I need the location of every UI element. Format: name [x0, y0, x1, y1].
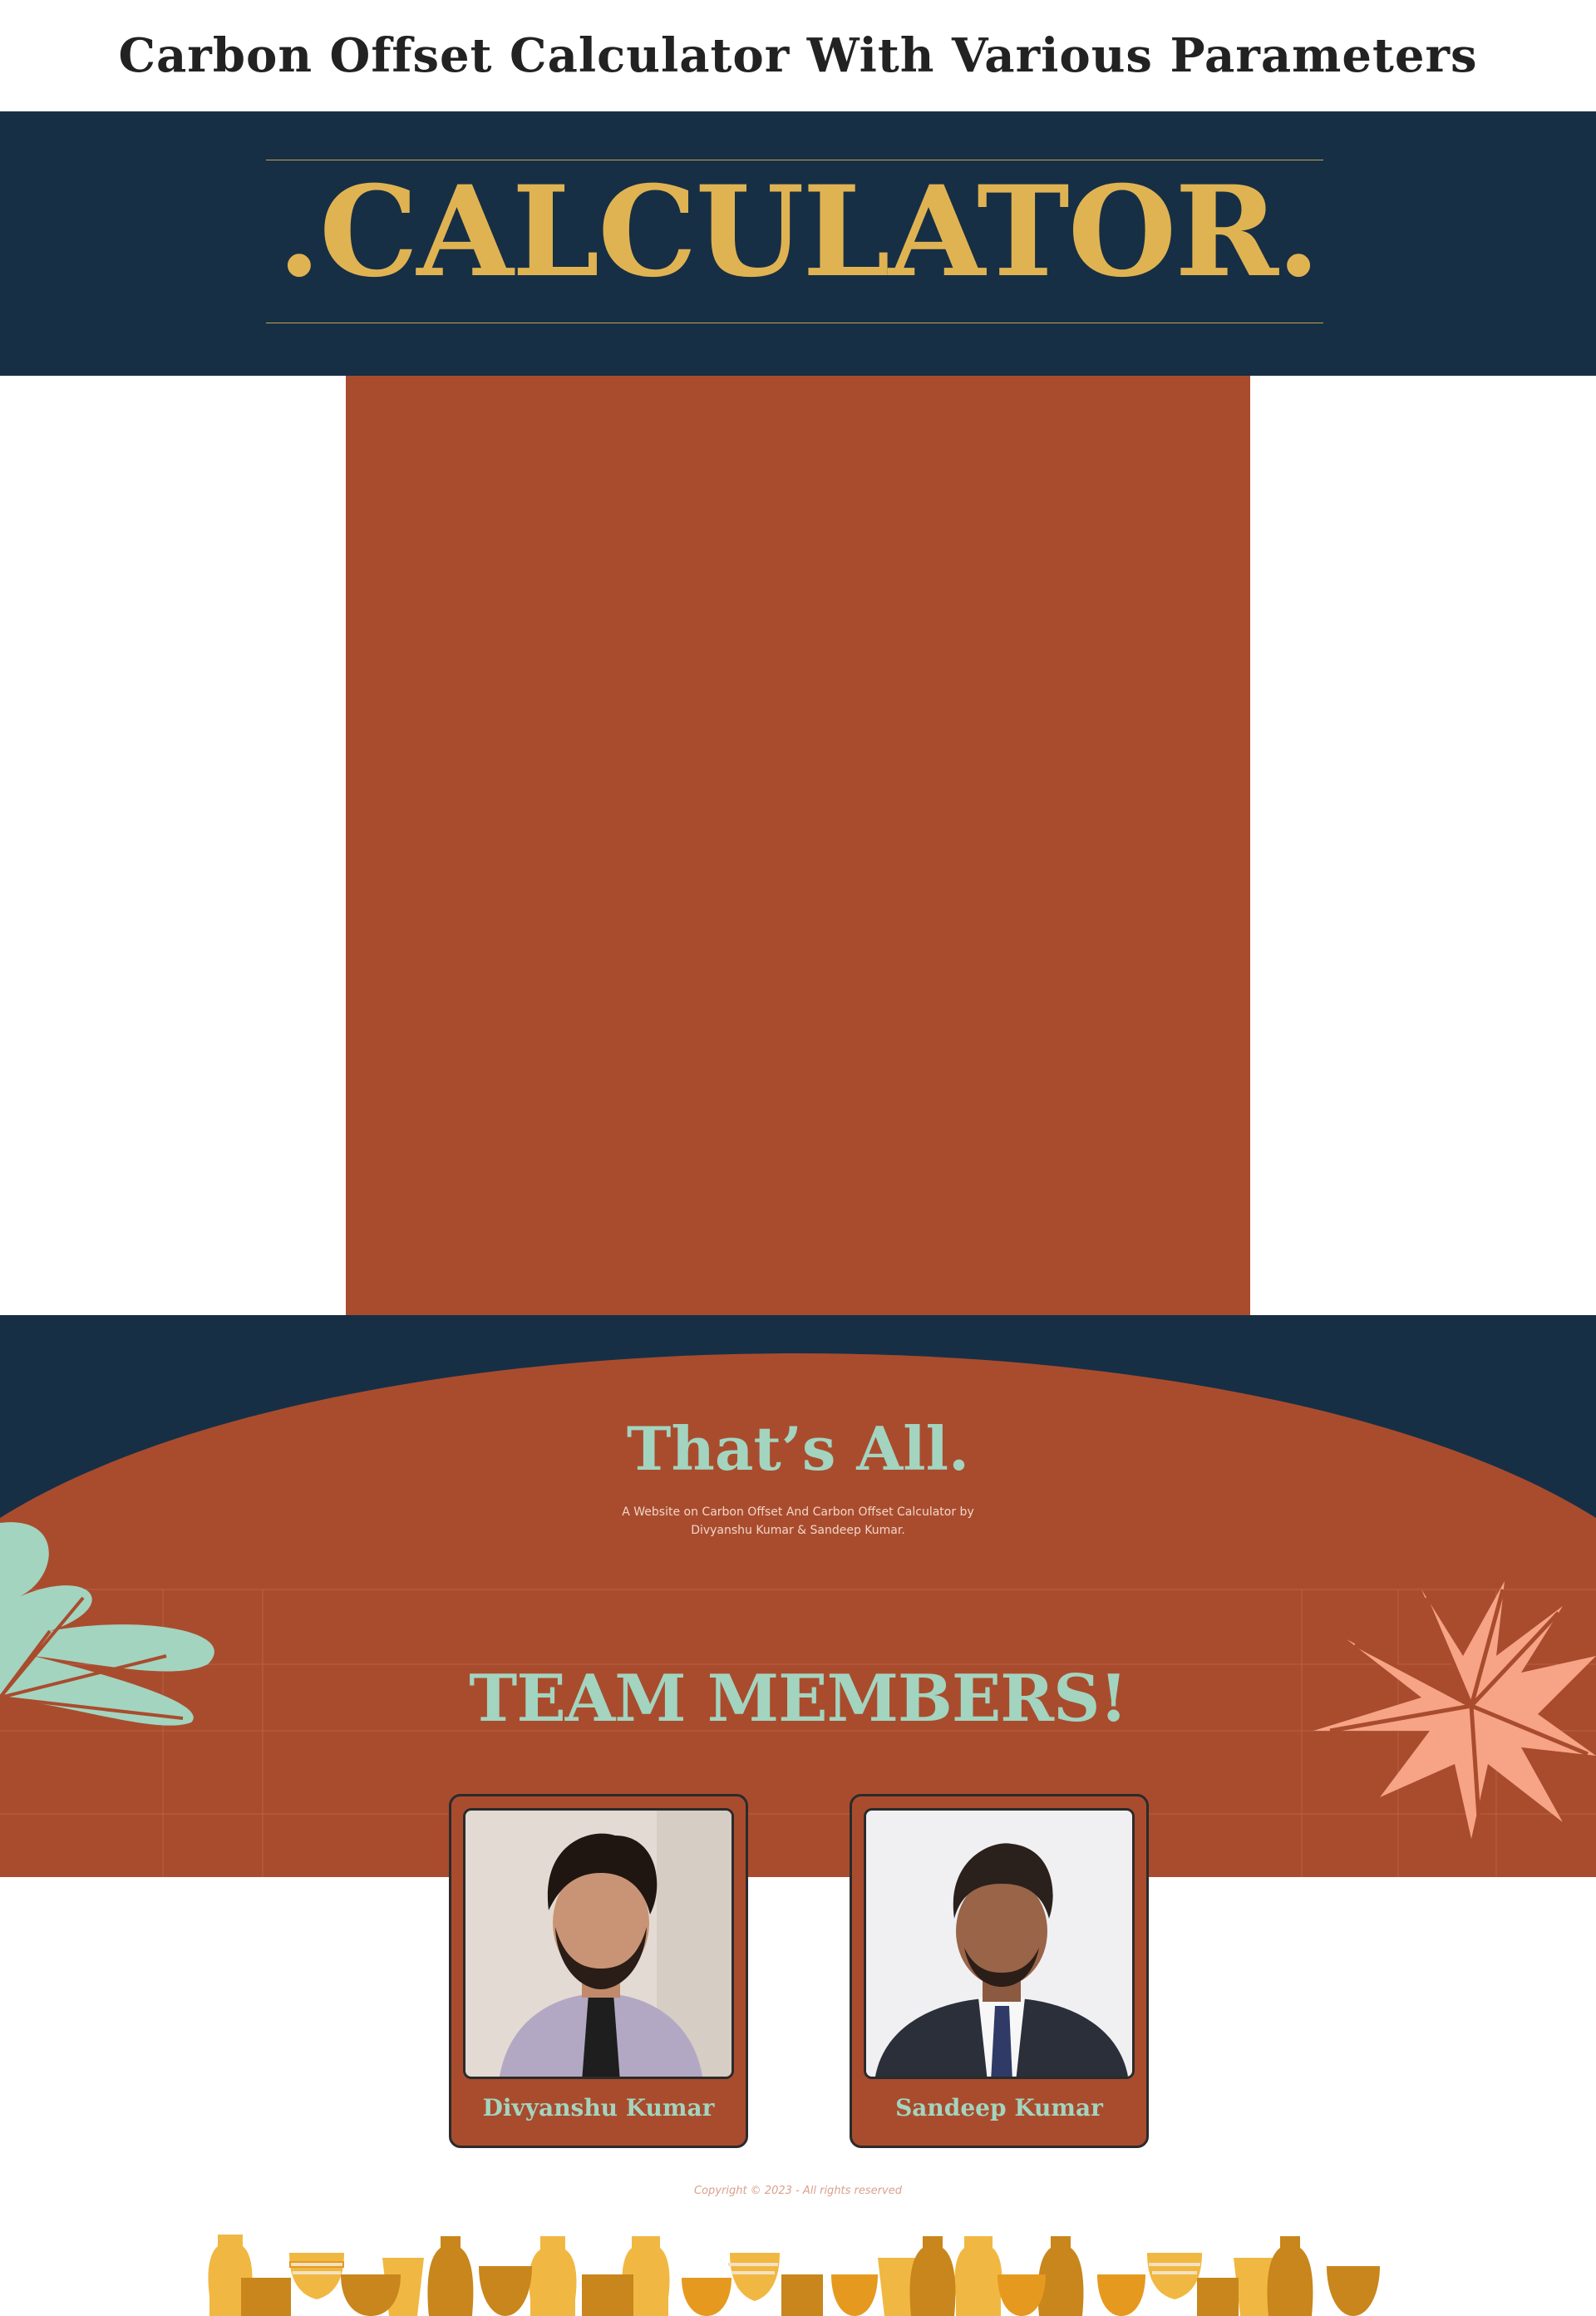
member-name: Sandeep Kumar	[895, 2094, 1103, 2121]
footer-section	[0, 1315, 1596, 1877]
calculator-embed-frame[interactable]	[346, 376, 1250, 1315]
footer-heading: That’s All.	[626, 1413, 970, 1484]
member-name: Divyanshu Kumar	[482, 2094, 715, 2121]
member-card-divyanshu: Divyanshu Kumar	[449, 1794, 748, 2148]
member-photo	[463, 1808, 734, 2079]
pottery-decoration	[208, 2235, 1380, 2316]
description-line-1: A Website on Carbon Offset And Carbon Of…	[622, 1505, 974, 1519]
copyright-text: Copyright © 2023 - All rights reserved	[694, 2185, 902, 2197]
avatar	[466, 1811, 732, 2077]
member-card-sandeep: Sandeep Kumar	[850, 1794, 1149, 2148]
member-photo	[864, 1808, 1135, 2079]
avatar	[866, 1811, 1132, 2077]
description-line-2: Divyanshu Kumar & Sandeep Kumar.	[691, 1524, 905, 1537]
page-title: Carbon Offset Calculator With Various Pa…	[118, 28, 1478, 83]
calculator-heading: .CALCULATOR.	[277, 159, 1320, 305]
team-heading: TEAM MEMBERS!	[469, 1661, 1127, 1737]
footer-background	[0, 1353, 1596, 1877]
footer-description: A Website on Carbon Offset And Carbon Of…	[615, 1503, 981, 1540]
